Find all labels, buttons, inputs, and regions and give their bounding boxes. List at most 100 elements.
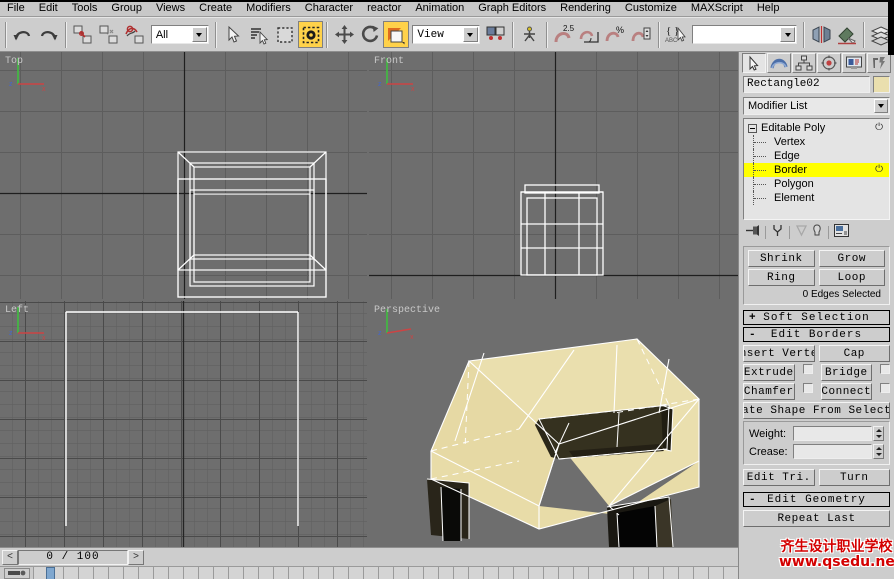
menu-item-views[interactable]: Views xyxy=(149,0,192,16)
next-frame-button[interactable]: > xyxy=(128,549,144,565)
weight-input[interactable] xyxy=(793,426,872,441)
remove-modifier-icon[interactable] xyxy=(811,224,823,240)
angle-snap-toggle-icon[interactable] xyxy=(577,21,603,48)
menu-item-edit[interactable]: Edit xyxy=(32,0,65,16)
named-selection-sets-icon[interactable]: { } ABC xyxy=(663,21,689,48)
menu-item-graph-editors[interactable]: Graph Editors xyxy=(471,0,553,16)
crease-input[interactable] xyxy=(793,444,872,459)
chamfer-button[interactable]: Chamfer xyxy=(743,383,795,400)
spinner-snap-toggle-icon[interactable] xyxy=(629,21,655,48)
extrude-button[interactable]: Extrude xyxy=(743,364,795,381)
current-frame-field[interactable]: 0 / 100 xyxy=(18,549,128,565)
select-and-rotate-icon[interactable] xyxy=(357,21,383,48)
crease-spinner[interactable] xyxy=(873,444,884,459)
extrude-settings-button[interactable] xyxy=(802,364,813,374)
ring-button[interactable]: Ring xyxy=(748,269,815,286)
modify-tab-icon[interactable] xyxy=(767,53,791,73)
utilities-tab-icon[interactable] xyxy=(867,53,891,73)
insert-vertex-button[interactable]: nsert Verte xyxy=(743,345,815,362)
repeat-last-button[interactable]: Repeat Last xyxy=(743,510,890,527)
stack-item-vertex[interactable]: Vertex xyxy=(744,135,889,149)
stack-toggle-icon[interactable]: ⏻ xyxy=(875,164,883,175)
redo-icon[interactable] xyxy=(36,21,62,48)
menu-item-tools[interactable]: Tools xyxy=(65,0,105,16)
snaps-toggle-icon[interactable]: 2.5 xyxy=(551,21,577,48)
menu-item-rendering[interactable]: Rendering xyxy=(553,0,618,16)
mirror-selected-objects-icon[interactable] xyxy=(517,21,543,48)
select-and-uniform-scale-icon[interactable] xyxy=(383,21,410,48)
named-selection-sets-field[interactable] xyxy=(691,25,798,44)
mirror-icon[interactable] xyxy=(808,21,834,48)
menu-item-customize[interactable]: Customize xyxy=(618,0,684,16)
stack-item-element[interactable]: Element xyxy=(744,191,889,205)
motion-tab-icon[interactable] xyxy=(817,53,841,73)
configure-modifier-sets-icon[interactable] xyxy=(834,224,849,240)
menu-item-animation[interactable]: Animation xyxy=(408,0,471,16)
chamfer-settings-button[interactable] xyxy=(802,383,813,393)
viewport-perspective[interactable]: Perspective z x xyxy=(369,301,738,547)
viewport-left[interactable]: Left z x xyxy=(0,301,367,547)
menu-item-modifiers[interactable]: Modifiers xyxy=(239,0,298,16)
align-icon[interactable] xyxy=(834,21,860,48)
edit-borders-rollout-header[interactable]: - Edit Borders xyxy=(743,327,890,342)
chevron-down-icon[interactable] xyxy=(462,27,478,42)
window-crossing-toggle-icon[interactable] xyxy=(297,21,324,48)
cap-button[interactable]: Cap xyxy=(818,345,890,362)
pin-stack-icon[interactable] xyxy=(745,224,760,240)
selection-filter-dropdown[interactable]: All xyxy=(150,25,209,44)
chevron-down-icon[interactable] xyxy=(191,27,207,42)
object-name-field[interactable]: Rectangle02 xyxy=(743,76,870,93)
bind-to-space-warp-icon[interactable] xyxy=(122,21,148,48)
loop-button[interactable]: Loop xyxy=(818,269,885,286)
stack-item-edge[interactable]: Edge xyxy=(744,149,889,163)
chevron-down-icon[interactable] xyxy=(874,99,888,113)
select-and-link-icon[interactable] xyxy=(70,21,96,48)
menu-item-create[interactable]: Create xyxy=(192,0,239,16)
menu-item-maxscript[interactable]: MAXScript xyxy=(684,0,750,16)
collapse-toggle-icon[interactable] xyxy=(748,123,757,133)
turn-button[interactable]: Turn xyxy=(818,469,890,486)
object-color-swatch[interactable] xyxy=(873,76,890,93)
menu-item-character[interactable]: Character xyxy=(298,0,360,16)
time-slider-track[interactable] xyxy=(146,549,736,565)
reference-coordinate-dropdown[interactable]: View xyxy=(412,25,480,44)
menu-item-group[interactable]: Group xyxy=(104,0,149,16)
select-and-move-icon[interactable] xyxy=(331,21,357,48)
bridge-button[interactable]: Bridge xyxy=(820,364,872,381)
shrink-button[interactable]: Shrink xyxy=(748,250,815,267)
key-mode-toggle-icon[interactable] xyxy=(4,567,30,579)
track-bar-playhead[interactable] xyxy=(46,566,55,579)
stack-item-editable-poly[interactable]: Editable Poly ⏻ xyxy=(744,121,889,135)
edit-geometry-rollout-header[interactable]: - Edit Geometry xyxy=(743,492,890,507)
stack-item-polygon[interactable]: Polygon xyxy=(744,177,889,191)
stack-toggle-icon[interactable]: ⏻ xyxy=(875,122,883,133)
percent-snap-toggle-icon[interactable]: % xyxy=(603,21,629,48)
previous-frame-button[interactable]: < xyxy=(2,549,18,565)
undo-icon[interactable] xyxy=(10,21,36,48)
use-pivot-point-center-icon[interactable] xyxy=(483,21,509,48)
show-end-result-icon[interactable] xyxy=(771,224,784,240)
create-shape-from-selection-button[interactable]: ate Shape From Select xyxy=(743,402,890,419)
edit-tri-button[interactable]: Edit Tri. xyxy=(743,469,815,486)
viewport-front[interactable]: Front z x xyxy=(369,52,738,299)
select-object-icon[interactable] xyxy=(220,21,246,48)
make-unique-icon[interactable] xyxy=(795,224,808,240)
chevron-down-icon[interactable] xyxy=(780,27,796,42)
display-tab-icon[interactable] xyxy=(842,53,866,73)
select-by-name-icon[interactable] xyxy=(246,21,272,48)
hierarchy-tab-icon[interactable] xyxy=(792,53,816,73)
grow-button[interactable]: Grow xyxy=(818,250,885,267)
unlink-selection-icon[interactable] xyxy=(96,21,122,48)
viewport-top[interactable]: Top z x xyxy=(0,52,367,299)
weight-spinner[interactable] xyxy=(873,426,884,441)
connect-settings-button[interactable] xyxy=(880,383,890,393)
create-tab-icon[interactable] xyxy=(742,53,766,73)
menu-item-reactor[interactable]: reactor xyxy=(360,0,408,16)
track-bar-ruler[interactable] xyxy=(33,566,738,579)
soft-selection-rollout-header[interactable]: + Soft Selection xyxy=(743,310,890,325)
modifier-list-dropdown[interactable]: Modifier List xyxy=(743,97,890,115)
rectangular-selection-region-icon[interactable] xyxy=(272,21,298,48)
bridge-settings-button[interactable] xyxy=(880,364,890,374)
stack-item-border[interactable]: Border ⏻ xyxy=(744,163,889,177)
menu-item-help[interactable]: Help xyxy=(750,0,787,16)
